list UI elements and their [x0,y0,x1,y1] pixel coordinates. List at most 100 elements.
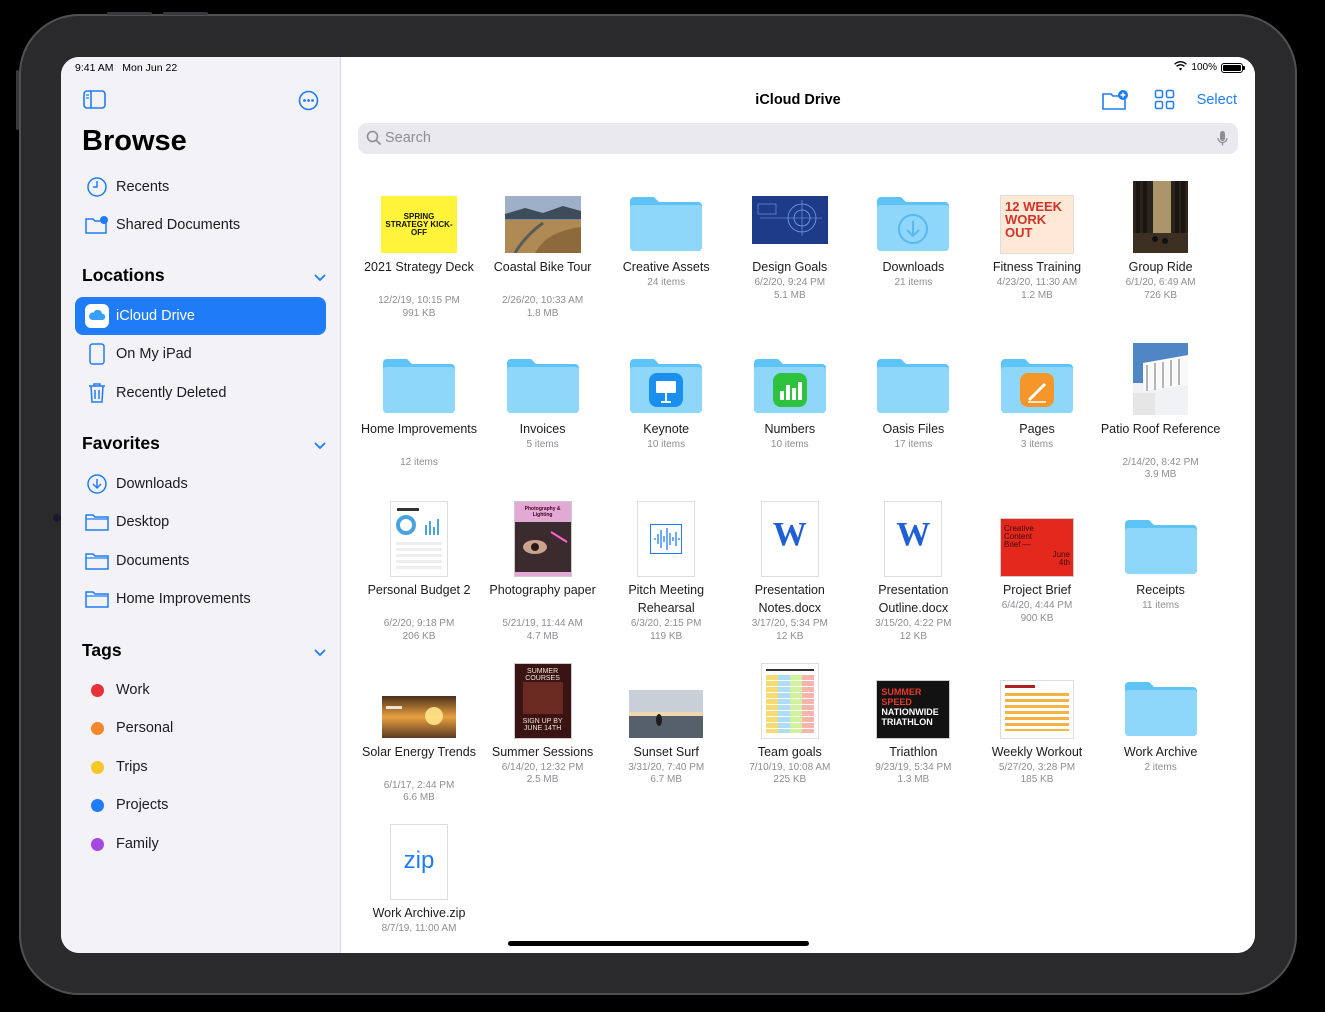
file-meta: 9/23/19, 5:34 PM 1.3 MB [853,762,973,787]
file-meta-line: 10 items [770,438,809,450]
file-thumbnail: 12 WEEK WORK OUT [999,177,1075,253]
file-meta-line: 6/1/17, 2:44 PM [383,779,455,791]
volume-button [107,12,152,15]
thumbnail-text: Creative Content Brief — June 4th [1001,519,1073,576]
file-name: Pitch Meeting Rehearsal [628,583,705,615]
search-field[interactable]: Search [358,123,1238,154]
folder-icon [1123,662,1199,738]
battery-icon [1221,62,1245,73]
file-name: Weekly Workout [991,744,1083,759]
sidebar-item-desktop[interactable]: Desktop [75,503,326,541]
file-meta-line: 6/2/20, 9:24 PM [754,277,826,288]
file-meta-line: 12 KB [899,630,928,642]
file-meta-line: 7/10/19, 10:08 AM [749,761,831,773]
sidebar-item-shared-documents[interactable]: Shared Documents [75,206,326,244]
trash-icon [80,382,114,404]
thumbnail-text: SPRING STRATEGY KICK-OFF [381,196,457,253]
file-meta-line: 3/31/20, 7:40 PM [628,761,705,773]
file-meta: 7/10/19, 10:08 AM 225 KB [730,762,850,787]
search-icon [366,130,382,151]
chevron-down-icon[interactable] [313,642,327,663]
file-meta: 3/31/20, 7:40 PM 6.7 MB [606,762,726,787]
file-thumbnail [381,662,457,738]
file-meta-line: 5.1 MB [773,289,806,301]
file-meta: 2 items [1101,762,1221,775]
sidebar-item-downloads[interactable]: Downloads [75,465,326,503]
folder-icon [875,339,951,415]
screen: 9:41 AM Mon Jun 22 Browse Recents Shared… [61,57,1255,953]
clock-icon [80,176,114,198]
sidebar-tag-family[interactable]: Family [75,825,326,863]
file-meta: 6/14/20, 12:32 PM 2.5 MB [483,762,603,787]
file-meta-line: 12 items [400,456,438,468]
sidebar-item-documents[interactable]: Documents [75,542,326,580]
favorites-header[interactable]: Favorites [82,433,327,454]
sidebar-item-icloud-drive[interactable]: iCloud Drive [75,297,326,335]
file-name: Design Goals [752,260,828,274]
file-meta-line: 206 KB [402,630,436,642]
file-meta-line: 21 items [894,277,933,288]
file-name: Home Improvements [360,421,477,436]
file-meta-line: 5/27/20, 3:28 PM [998,761,1076,773]
file-thumbnail: zip [381,823,457,899]
folder-icon [752,339,828,415]
file-name: Keynote [643,421,690,436]
sidebar-item-home-improvements[interactable]: Home Improvements [75,580,326,618]
folder-icon [628,177,704,253]
sidebar-tag-trips[interactable]: Trips [75,748,326,786]
file-meta-line: 12 KB [776,630,804,642]
file-name: Team goals [757,744,822,759]
file-name: Triathlon [889,744,938,759]
select-button[interactable]: Select [1197,92,1237,108]
file-name: Numbers [764,421,816,436]
file-name: Presentation Outline.docx [878,583,949,615]
file-meta-line: 2.5 MB [526,774,559,785]
file-thumbnail: W [875,500,951,576]
sidebar-item-label: Home Improvements [116,591,251,607]
file-thumbnail [751,177,828,253]
more-options-icon[interactable] [298,90,319,116]
file-meta: 4/23/20, 11:30 AM 1.2 MB [977,277,1097,302]
sidebar-item-on-my-ipad[interactable]: On My iPad [75,335,326,373]
sidebar-item-recently-deleted[interactable]: Recently Deleted [75,374,326,412]
sidebar-tag-personal[interactable]: Personal [75,709,326,747]
status-indicators: 100% [1174,61,1245,74]
sidebar-tag-work[interactable]: Work [75,671,326,709]
sidebar-item-recents[interactable]: Recents [75,168,326,206]
home-indicator[interactable] [508,941,809,946]
tags-header[interactable]: Tags [82,640,327,661]
download-icon [80,473,114,495]
file-name: Personal Budget 2 [367,583,471,597]
sidebar-tag-projects[interactable]: Projects [75,786,326,824]
locations-header[interactable]: Locations [82,265,327,286]
new-folder-icon[interactable] [1101,89,1129,116]
file-meta: 5/27/20, 3:28 PM 185 KB [977,762,1097,787]
tag-color-dot [90,683,104,697]
chevron-down-icon[interactable] [313,267,327,288]
sidebar-item-label: Work [116,682,150,698]
chevron-down-icon[interactable] [313,435,327,456]
file-meta-line: 24 items [647,277,686,288]
file-name: Summer Sessions [491,744,594,759]
file-meta-line: 9/23/19, 5:34 PM [875,761,952,773]
sidebar-toggle-icon[interactable] [83,90,106,114]
file-meta: 5/21/19, 11:44 AM 4.7 MB [483,618,603,643]
file-meta-line: 119 KB [650,630,683,642]
tag-color-dot [90,837,104,851]
icloud-icon [80,304,114,328]
folder-icon [80,552,114,570]
file-meta-line: 6.6 MB [403,792,435,803]
file-meta: 6/1/20, 6:49 AM 726 KB [1101,277,1221,302]
thumbnail-text: Photography & Lighting [524,506,561,518]
file-thumbnail [381,500,457,576]
file-meta-line: 2/14/20, 8:42 PM [1122,456,1199,468]
file-meta-line: 2 items [1144,761,1177,773]
file-thumbnail: SPRING STRATEGY KICK-OFF [381,177,457,253]
microphone-icon[interactable] [1217,130,1228,152]
file-thumbnail [752,662,828,738]
file-name: 2021 Strategy Deck [364,260,474,274]
file-thumbnail: SUMMER SPEED NATIONWIDE TRIATHLON [875,662,951,738]
search-placeholder: Search [385,130,431,146]
grid-view-icon[interactable] [1154,89,1175,115]
file-meta: 6/3/20, 2:15 PM 119 KB [606,618,726,643]
